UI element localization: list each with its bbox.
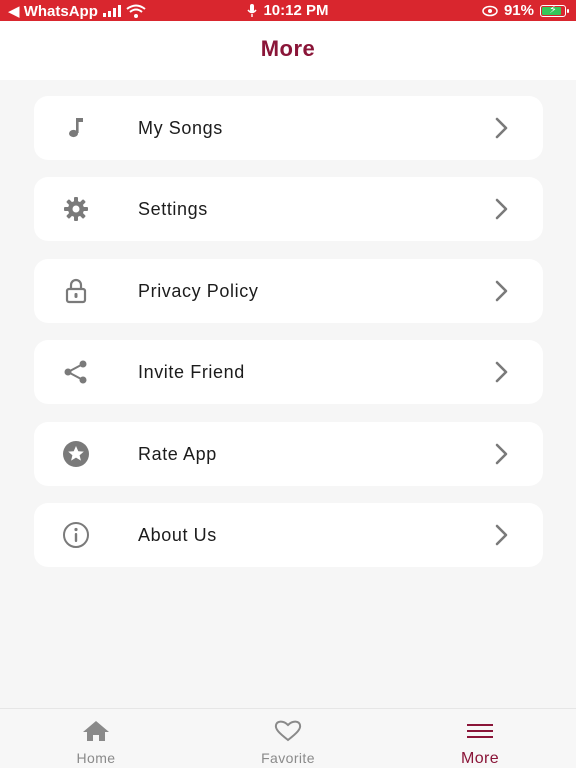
status-bar: ◀ WhatsApp 10:12 PM 91% ⚡ [0,0,576,21]
chevron-right-icon [495,361,508,383]
menu-item-label: My Songs [138,118,223,138]
chevron-right-icon [495,443,508,464]
lock-icon [62,278,90,304]
tab-label: Favorite [261,750,315,766]
gear-icon [62,196,90,222]
chevron-right-icon [495,524,508,546]
menu-item-my-songs[interactable]: My Songs [34,96,543,160]
tab-favorite[interactable]: Favorite [228,719,348,766]
chevron-right-icon [495,117,508,139]
share-icon [62,359,90,385]
tab-bar: Home Favorite More [0,708,576,768]
heart-icon [274,720,302,742]
menu-item-label: Rate App [138,443,217,464]
menu-item-invite-friend[interactable]: Invite Friend [34,340,543,405]
chevron-right-icon [495,199,508,220]
menu-item-label: About Us [138,524,217,545]
status-bar-right: 91% ⚡ [482,2,569,19]
tab-more[interactable]: More [420,719,540,768]
page-title: More [260,36,316,61]
music-note-icon [62,115,90,141]
info-icon [62,521,90,548]
menu-list: My Songs Settings Privacy Policy Invite … [34,96,543,584]
battery-icon: ⚡ [540,3,569,17]
star-icon [62,440,90,467]
menu-item-rate-app[interactable]: Rate App [34,421,543,486]
charging-bolt-icon: ⚡ [549,3,557,16]
menu-item-label: Settings [138,199,208,220]
menu-item-label: Privacy Policy [138,280,259,301]
menu-item-privacy-policy[interactable]: Privacy Policy [34,258,543,323]
menu-icon [467,724,493,738]
eye-icon [482,5,498,16]
more-screen: ◀ WhatsApp 10:12 PM 91% ⚡ More My Songs … [0,0,576,768]
home-icon [83,721,109,741]
battery-percent: 91% [503,2,534,19]
tab-label: More [460,750,500,767]
header: More [0,21,576,80]
tab-home[interactable]: Home [36,719,156,766]
menu-item-about-us[interactable]: About Us [34,502,543,567]
status-time: 10:12 PM [263,2,329,19]
menu-item-label: Invite Friend [138,362,245,383]
microphone-icon [247,3,258,17]
tab-label: Home [76,750,116,766]
chevron-right-icon [495,280,508,302]
menu-item-settings[interactable]: Settings [34,177,543,242]
